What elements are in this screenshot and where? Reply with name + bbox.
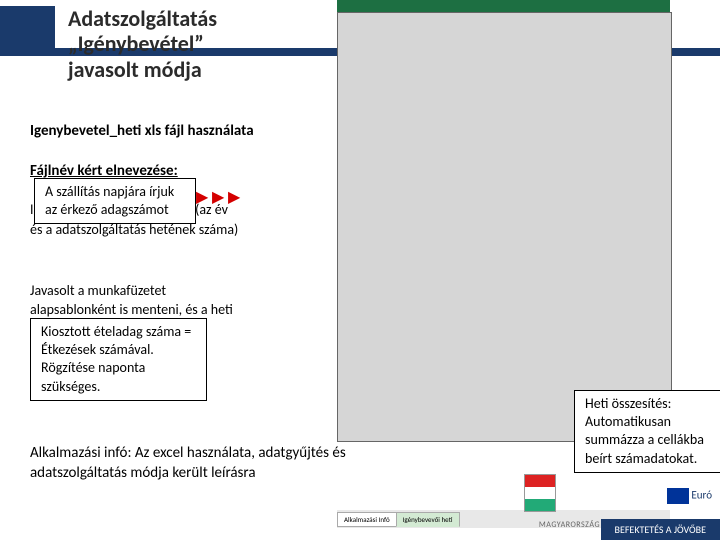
header-accent	[0, 6, 55, 56]
eu-flag-icon	[667, 488, 689, 504]
callout-portions: Kiosztott ételadag száma = Étkezések szá…	[30, 318, 207, 401]
callout-arrow-icon: ▶▶▶	[196, 190, 244, 206]
excel-titlebar	[337, 0, 670, 12]
excel-window	[337, 12, 672, 442]
page-title: Adatszolgáltatás „Igénybevétel” javasolt…	[68, 6, 217, 82]
application-info: Alkalmazási infó: Az excel használata, a…	[30, 444, 390, 483]
sheet-tab[interactable]: Alkalmazási Infó	[337, 512, 397, 527]
invest-banner: BEFEKTETÉS A JÖVŐBE	[601, 519, 720, 540]
title-line-1: Adatszolgáltatás	[68, 5, 217, 32]
country-label: MAGYARORSZÁG	[539, 520, 600, 530]
eu-label: Euró	[667, 488, 712, 504]
title-line-3: javasolt módja	[68, 56, 202, 83]
advice-l2: alapsablonként is menteni, és a heti	[30, 301, 233, 318]
callout-delivery-day: A szállítás napjára írjuk az érkező adag…	[34, 178, 196, 224]
sheet-tab-active[interactable]: Igénybevevői heti	[396, 512, 460, 527]
subtitle-usage: Igenybevetel_heti xls fájl használata	[30, 122, 254, 140]
advice-l1: Javasolt a munkafüzetet	[30, 282, 166, 299]
callout-weekly-sum: Heti összesítés: Automatikusan summázza …	[574, 390, 720, 473]
title-line-2: „Igénybevétel”	[68, 30, 204, 57]
hungary-crest-icon	[524, 474, 556, 512]
eu-text: Euró	[691, 489, 712, 502]
